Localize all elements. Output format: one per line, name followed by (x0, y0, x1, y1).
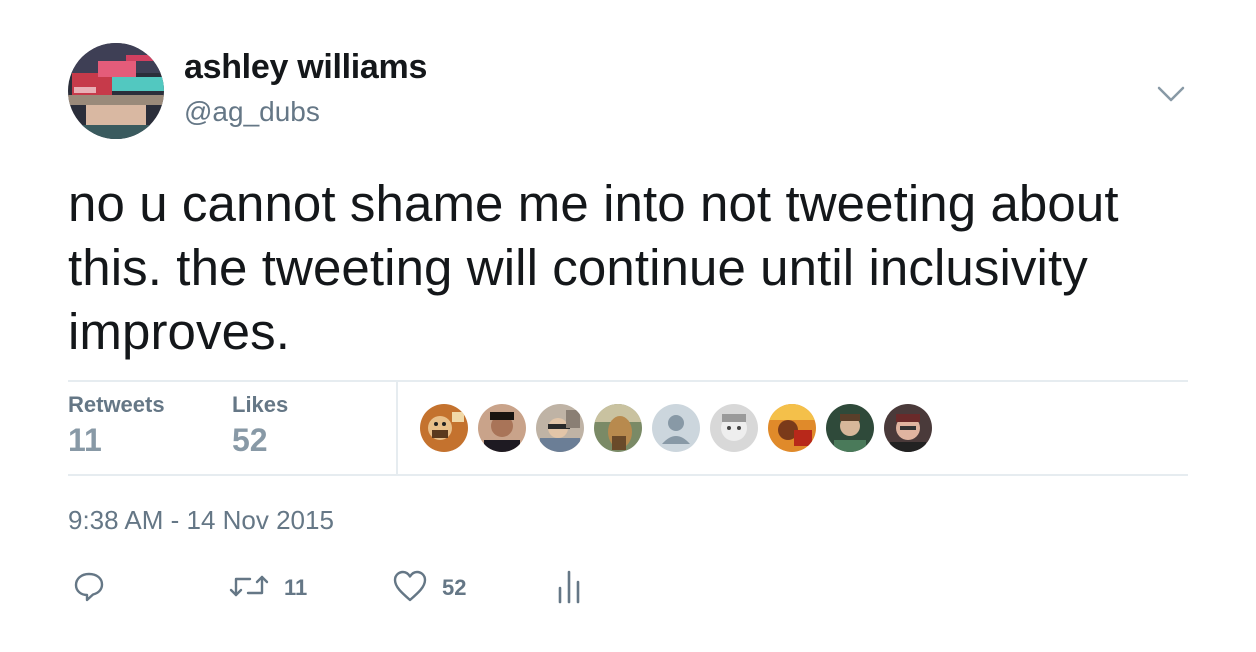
retweets-count: 11 (68, 422, 102, 458)
liker-avatar[interactable] (478, 404, 526, 452)
chevron-down-icon[interactable] (1155, 80, 1187, 106)
analytics-icon (554, 568, 584, 609)
stats-divider-top (68, 380, 1188, 382)
liker-avatar[interactable] (536, 404, 584, 452)
like-button[interactable]: 52 (392, 570, 466, 606)
liker-avatar[interactable] (710, 404, 758, 452)
author-handle[interactable]: @ag_dubs (184, 96, 320, 128)
retweets-label: Retweets (68, 392, 165, 417)
retweet-button[interactable]: 11 (228, 570, 307, 606)
heart-icon (392, 569, 428, 608)
tweet-timestamp[interactable]: 9:38 AM - 14 Nov 2015 (68, 505, 334, 536)
tweet-text: no u cannot shame me into not tweeting a… (68, 175, 1119, 360)
like-count: 52 (442, 575, 467, 600)
retweet-icon (228, 571, 270, 606)
liker-avatar[interactable] (594, 404, 642, 452)
stats-divider-bottom (68, 474, 1188, 476)
liker-avatar-default[interactable] (652, 404, 700, 452)
reply-icon (72, 569, 106, 608)
liker-avatar[interactable] (420, 404, 468, 452)
likes-stat[interactable]: Likes 52 (232, 392, 288, 459)
retweet-count: 11 (284, 575, 308, 600)
stats-separator (396, 382, 398, 474)
retweets-stat[interactable]: Retweets 11 (68, 392, 165, 459)
reply-button[interactable] (72, 570, 106, 606)
liker-avatar[interactable] (768, 404, 816, 452)
likes-count: 52 (232, 422, 268, 458)
analytics-button[interactable] (554, 570, 584, 606)
liker-avatar[interactable] (826, 404, 874, 452)
author-display-name[interactable]: ashley williams (184, 48, 427, 87)
likes-label: Likes (232, 392, 289, 417)
avatar-image (68, 43, 164, 139)
liker-avatar[interactable] (884, 404, 932, 452)
author-avatar[interactable] (68, 43, 164, 139)
